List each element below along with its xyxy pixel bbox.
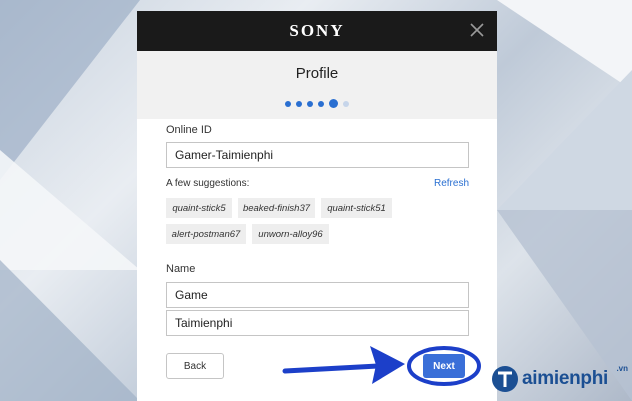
suggestion-chip[interactable]: unworn-alloy96 (252, 224, 329, 244)
suggestion-chip[interactable]: beaked-finish37 (238, 198, 315, 218)
refresh-link[interactable]: Refresh (434, 178, 469, 189)
online-id-input[interactable] (166, 142, 469, 168)
watermark-suffix: .vn (616, 364, 628, 373)
name-label: Name (166, 263, 196, 275)
back-button[interactable]: Back (166, 353, 224, 379)
last-name-input[interactable] (166, 310, 469, 336)
suggestion-chip[interactable]: alert-postman67 (166, 224, 246, 244)
suggestions-label: A few suggestions: (166, 178, 250, 189)
sony-logo: SONY (289, 21, 345, 40)
close-icon[interactable] (469, 22, 485, 38)
page-title: Profile (295, 65, 339, 82)
step-dot (343, 100, 349, 107)
online-id-label: Online ID (166, 124, 212, 136)
page-header: Profile (137, 51, 497, 119)
watermark: aimienphi .vn (490, 356, 632, 401)
background-shape (497, 70, 632, 210)
suggestion-chip[interactable]: quaint-stick5 (166, 198, 232, 218)
profile-dialog: SONY Profile Online ID A few suggestions… (137, 11, 497, 401)
step-dot (296, 100, 302, 107)
step-dot (307, 100, 313, 107)
background-shape (0, 150, 140, 270)
step-dot (318, 100, 324, 107)
watermark-logo-icon (492, 365, 518, 392)
step-indicator (137, 99, 497, 108)
background-shape (0, 260, 140, 401)
step-dot (285, 100, 291, 107)
next-button[interactable]: Next (423, 354, 465, 378)
title-bar: SONY (137, 11, 497, 51)
first-name-input[interactable] (166, 282, 469, 308)
step-dot-current (329, 99, 338, 108)
watermark-text: aimienphi (522, 367, 608, 389)
suggestion-chip[interactable]: quaint-stick51 (321, 198, 392, 218)
